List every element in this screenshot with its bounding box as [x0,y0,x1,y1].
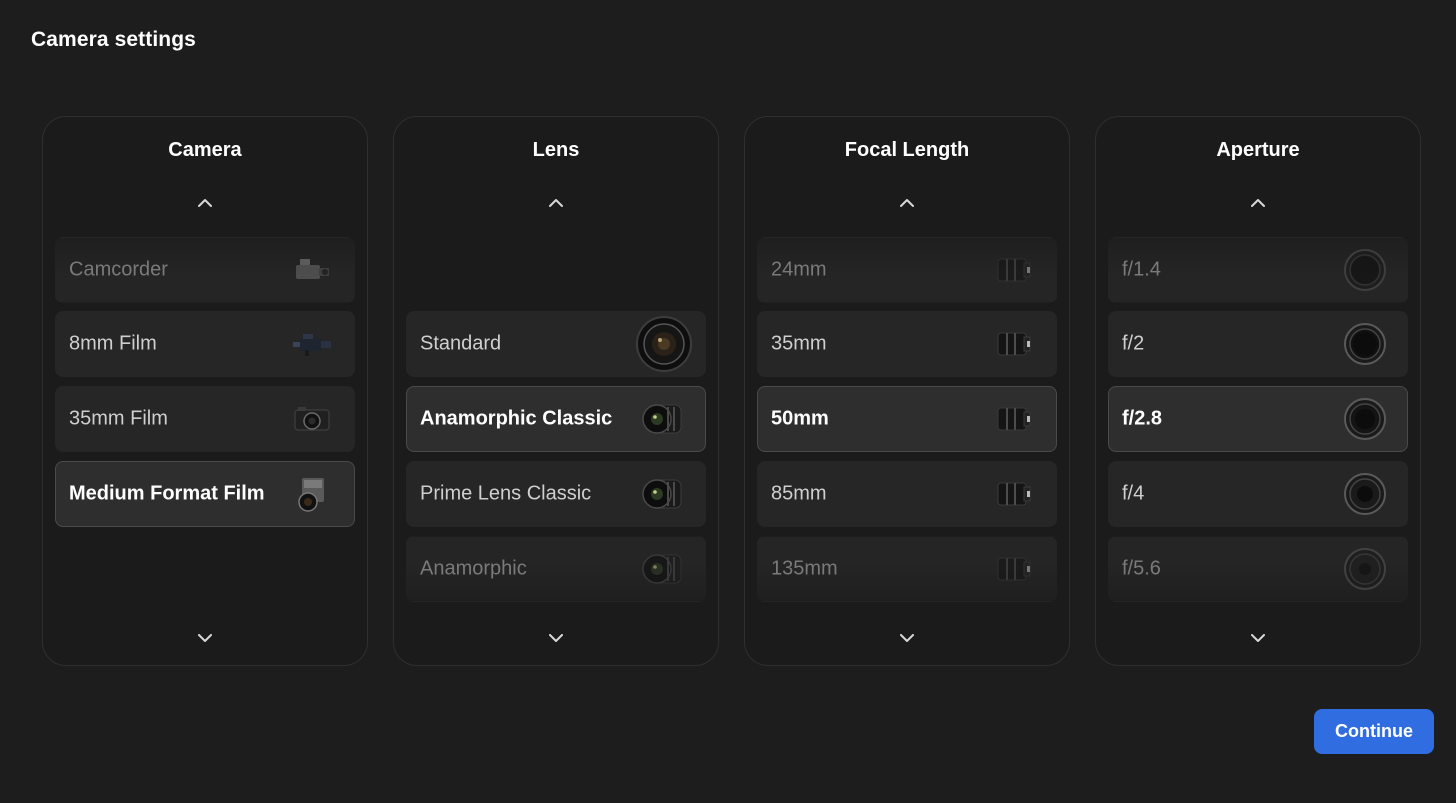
focal-length-column-title: Focal Length [844,139,970,161]
option-label: 135mm [771,557,838,580]
aperture-option-f5-6[interactable]: f/5.6 [1108,536,1408,602]
option-label: 50mm [771,407,829,430]
option-label: Medium Format Film [69,482,265,505]
lens-side-icon [992,397,1036,441]
focal-length-list: 24mm 35mm 50mm 85mm 135mm [757,237,1057,607]
chevron-up-icon [900,198,914,207]
rangefinder-camera-icon [290,397,334,441]
focal-option-50mm[interactable]: 50mm [757,386,1057,452]
option-label: Anamorphic Classic [420,407,613,430]
aperture-scroll-down-button[interactable] [1244,627,1272,649]
option-label: f/2 [1122,332,1145,355]
lens-option-anamorphic[interactable]: Anamorphic [406,536,706,602]
option-label: Anamorphic [420,557,527,580]
aperture-column: Aperture f/1.4 f/2 f/2.8 f/4 f/5.6 [1095,116,1421,666]
chevron-down-icon [549,633,563,642]
lens-option-anamorphic-classic[interactable]: Anamorphic Classic [406,386,706,452]
aperture-option-f2-8[interactable]: f/2.8 [1108,386,1408,452]
lens-list: Standard Anamorphic Classic Prime Lens C… [406,237,706,607]
cine-lens-icon [641,547,685,591]
lens-side-icon [992,248,1036,292]
camera-scroll-up-button[interactable] [191,191,219,213]
focal-length-scroll-down-button[interactable] [893,627,921,649]
aperture-option-f1-4[interactable]: f/1.4 [1108,237,1408,303]
focal-option-24mm[interactable]: 24mm [757,237,1057,303]
camcorder-icon [290,248,334,292]
focal-option-85mm[interactable]: 85mm [757,461,1057,527]
aperture-ring-icon [1343,322,1387,366]
focal-length-column: Focal Length 24mm 35mm 50mm 85mm 135mm [744,116,1070,666]
option-label: 35mm [771,332,827,355]
option-label: f/2.8 [1122,407,1163,430]
option-label: 24mm [771,258,827,281]
camera-column: Camera Camcorder 8mm Film 35mm Film Medi… [42,116,368,666]
camera-option-medium-format-film[interactable]: Medium Format Film [55,461,355,527]
aperture-scroll-up-button[interactable] [1244,191,1272,213]
lens-scroll-down-button[interactable] [542,627,570,649]
chevron-up-icon [198,198,212,207]
lens-option-standard[interactable]: Standard [406,311,706,377]
aperture-ring-icon [1343,547,1387,591]
chevron-up-icon [549,198,563,207]
lens-side-icon [992,322,1036,366]
standard-lens-icon [635,315,693,373]
aperture-ring-icon [1343,472,1387,516]
focal-length-scroll-up-button[interactable] [893,191,921,213]
option-label: Standard [420,332,502,355]
lens-column-title: Lens [532,139,580,161]
option-label: f/4 [1122,482,1145,505]
option-label: f/1.4 [1122,258,1161,281]
lens-scroll-up-button[interactable] [542,191,570,213]
lens-option-prime-lens-classic[interactable]: Prime Lens Classic [406,461,706,527]
option-label: Camcorder [69,258,168,281]
camera-list: Camcorder 8mm Film 35mm Film Medium Form… [55,237,355,607]
chevron-down-icon [198,633,212,642]
aperture-ring-icon [1343,397,1387,441]
chevron-down-icon [1251,633,1265,642]
camera-option-35mm-film[interactable]: 35mm Film [55,386,355,452]
dialog-title: Camera settings [31,28,196,51]
aperture-option-f4[interactable]: f/4 [1108,461,1408,527]
cine-lens-icon [641,397,685,441]
focal-option-35mm[interactable]: 35mm [757,311,1057,377]
aperture-option-f2[interactable]: f/2 [1108,311,1408,377]
option-label: 8mm Film [69,332,157,355]
focal-option-135mm[interactable]: 135mm [757,536,1057,602]
camera-option-8mm-film[interactable]: 8mm Film [55,311,355,377]
chevron-up-icon [1251,198,1265,207]
option-label: 85mm [771,482,827,505]
camera-scroll-down-button[interactable] [191,627,219,649]
chevron-down-icon [900,633,914,642]
lens-side-icon [992,472,1036,516]
continue-button[interactable]: Continue [1314,709,1434,754]
aperture-column-title: Aperture [1216,139,1300,161]
cine-lens-icon [641,472,685,516]
camera-option-camcorder[interactable]: Camcorder [55,237,355,303]
lens-column: Lens Standard Anamorphic Classic Prime L… [393,116,719,666]
option-label: f/5.6 [1122,557,1161,580]
camera-settings-dialog: Camera settings Camera Camcorder 8mm Fil… [0,0,1456,803]
option-label: Prime Lens Classic [420,482,592,505]
medium-format-camera-icon [290,472,334,516]
aperture-list: f/1.4 f/2 f/2.8 f/4 f/5.6 [1108,237,1408,607]
film-camera-icon [290,322,334,366]
option-label: 35mm Film [69,407,168,430]
lens-side-icon [992,547,1036,591]
camera-column-title: Camera [168,139,242,161]
aperture-ring-icon [1343,248,1387,292]
